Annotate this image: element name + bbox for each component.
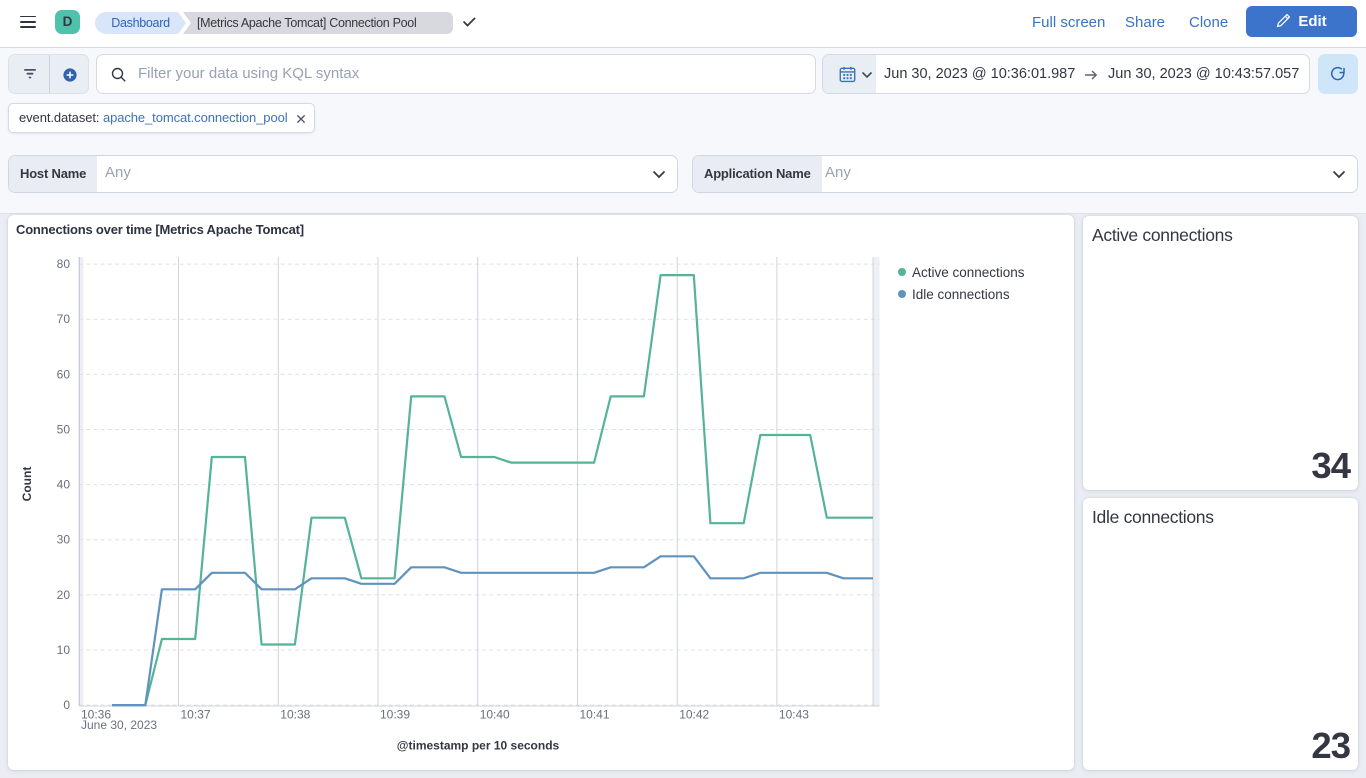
svg-text:10:39: 10:39: [380, 708, 410, 722]
svg-text:0: 0: [63, 698, 70, 712]
svg-text:50: 50: [57, 423, 71, 437]
svg-text:40: 40: [57, 478, 71, 492]
svg-text:10: 10: [57, 643, 71, 657]
svg-text:60: 60: [57, 367, 71, 381]
svg-text:June 30, 2023: June 30, 2023: [81, 718, 157, 732]
svg-text:30: 30: [57, 533, 71, 547]
svg-text:10:41: 10:41: [580, 708, 610, 722]
svg-text:20: 20: [57, 588, 71, 602]
svg-text:10:37: 10:37: [181, 708, 211, 722]
svg-text:@timestamp per 10 seconds: @timestamp per 10 seconds: [397, 739, 560, 753]
svg-text:10:43: 10:43: [779, 708, 809, 722]
svg-text:10:38: 10:38: [280, 708, 310, 722]
svg-text:10:42: 10:42: [679, 708, 709, 722]
svg-text:10:40: 10:40: [480, 708, 510, 722]
svg-text:70: 70: [57, 312, 71, 326]
svg-text:80: 80: [57, 257, 71, 271]
svg-text:Count: Count: [20, 467, 34, 502]
